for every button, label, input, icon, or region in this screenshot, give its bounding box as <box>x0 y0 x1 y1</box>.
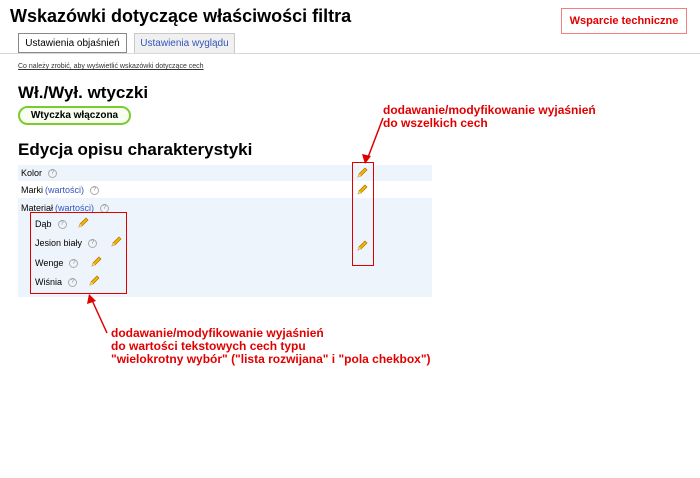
annotation-bottom: dodawanie/modyfikowanie wyjaśnień do war… <box>111 327 431 366</box>
help-icon[interactable]: ? <box>48 168 58 178</box>
help-icon[interactable]: ? <box>90 185 100 195</box>
hint-link[interactable]: Co należy zrobić, aby wyświetlić wskazów… <box>18 63 204 70</box>
support-button[interactable]: Wsparcie techniczne <box>561 8 687 34</box>
feature-row-kolor: Kolor ? <box>21 168 58 178</box>
plugin-heading: Wł./Wył. wtyczki <box>18 83 149 102</box>
plugin-toggle-button[interactable]: Wtyczka włączona <box>18 106 131 125</box>
value-pencils-highlight <box>30 212 127 294</box>
feature-name: Marki <box>21 185 43 195</box>
tab-explanation-settings[interactable]: Ustawienia objaśnień <box>18 33 127 53</box>
annotation-top: dodawanie/modyfikowanie wyjaśnień do wsz… <box>383 104 596 130</box>
feature-name: Kolor <box>21 168 43 178</box>
values-link[interactable]: (wartości) <box>45 185 84 195</box>
tab-divider <box>0 53 700 54</box>
feature-row-marki: Marki (wartości) ? <box>21 185 100 195</box>
annotation-line: "wielokrotny wybór" ("lista rozwijana" i… <box>111 352 431 366</box>
annotation-line: do wszelkich cech <box>383 116 488 130</box>
tab-appearance-settings[interactable]: Ustawienia wyglądu <box>134 33 235 53</box>
page-title: Wskazówki dotyczące właściwości filtra <box>10 6 352 26</box>
feature-pencils-highlight <box>352 162 374 266</box>
features-heading: Edycja opisu charakterystyki <box>18 140 253 159</box>
